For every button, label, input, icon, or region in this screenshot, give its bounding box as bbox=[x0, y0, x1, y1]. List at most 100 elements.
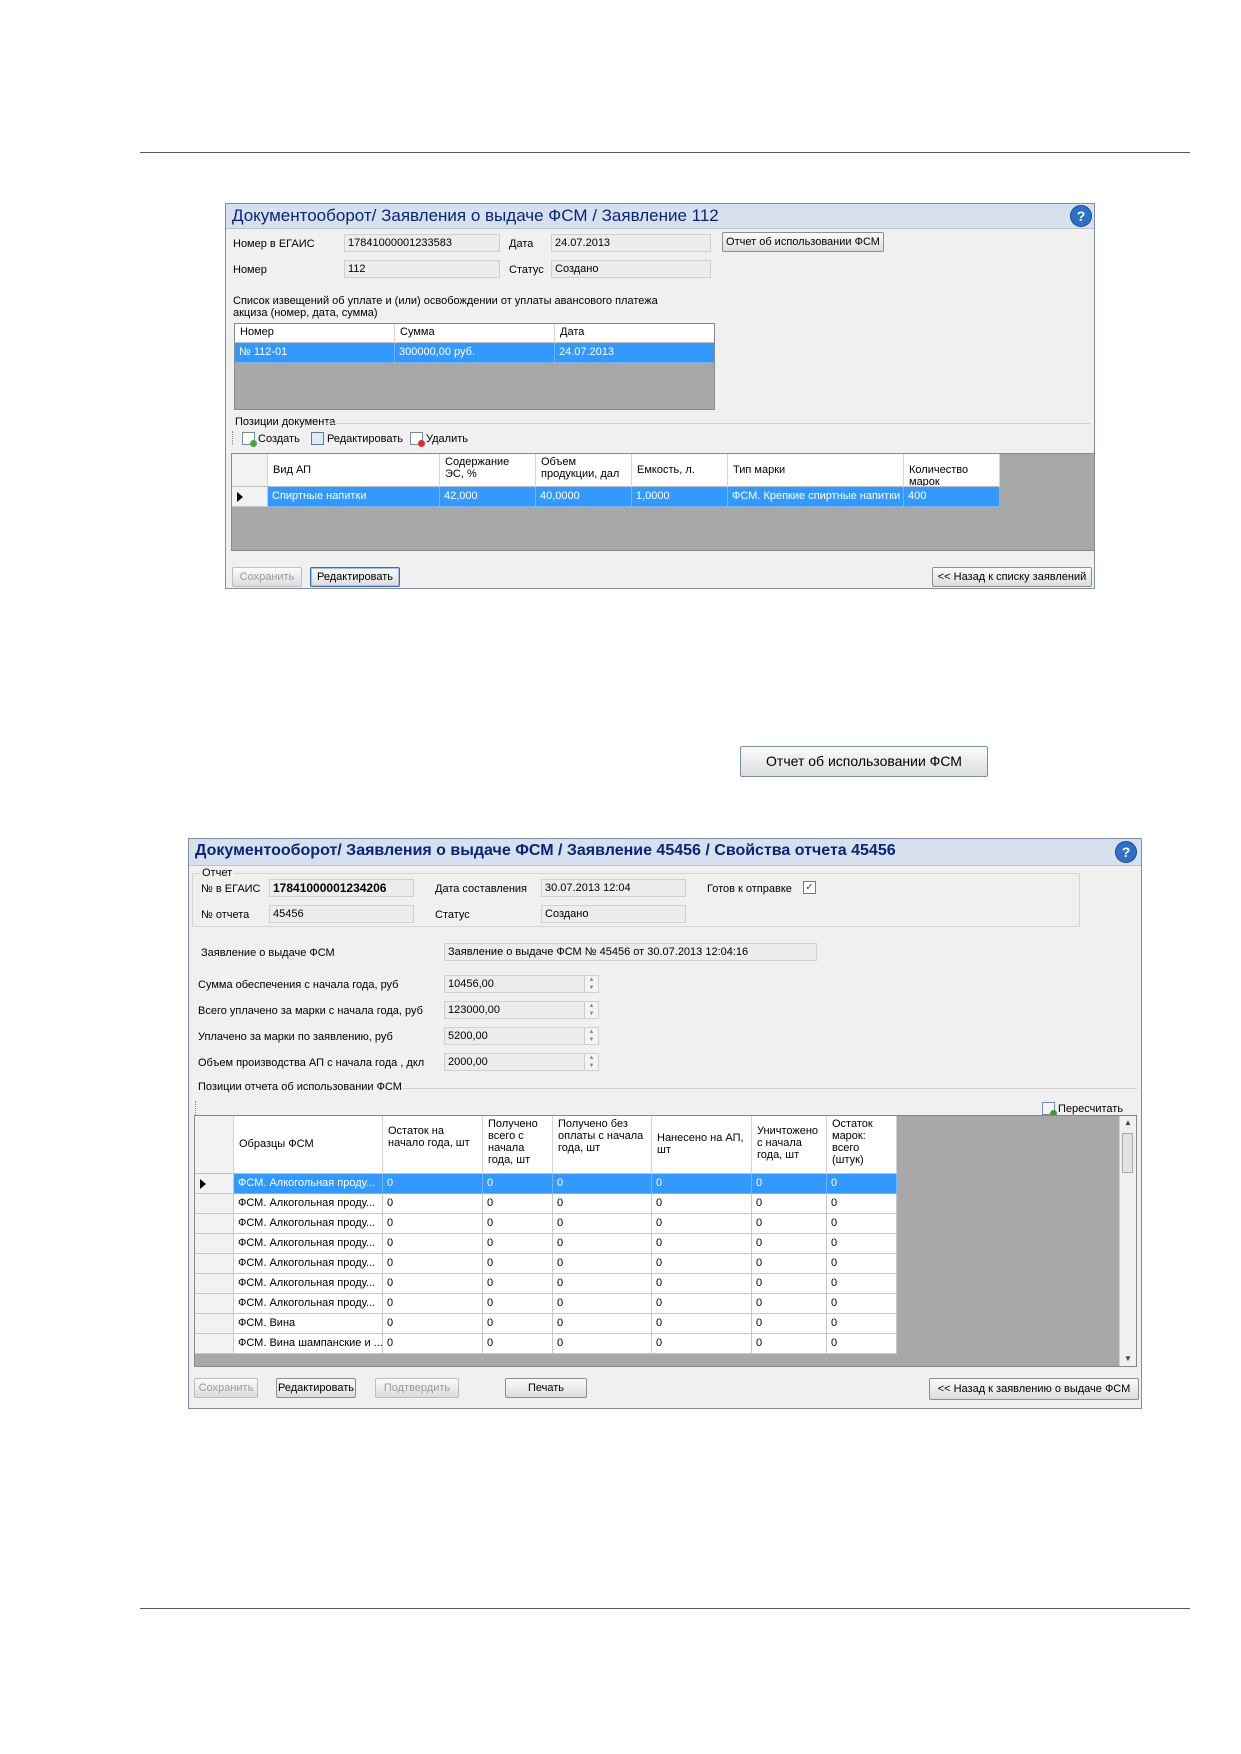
spinner-icon[interactable]: ▲ ▼ bbox=[584, 1028, 598, 1044]
header-ap-type[interactable]: Вид АП bbox=[268, 454, 440, 487]
header-received-free[interactable]: Получено без оплаты с начала года, шт bbox=[553, 1116, 652, 1174]
row-selector[interactable] bbox=[195, 1174, 234, 1194]
quantity-cell: 0 bbox=[483, 1274, 553, 1294]
header-applied[interactable]: Нанесено на АП, шт bbox=[652, 1116, 752, 1174]
ready-label: Готов к отправке bbox=[707, 883, 792, 895]
spinner-icon[interactable]: ▲ ▼ bbox=[584, 1054, 598, 1070]
notice-date-cell: 24.07.2013 bbox=[555, 343, 714, 363]
confirm-button[interactable]: Подтвердить bbox=[375, 1378, 459, 1398]
date-field[interactable]: 24.07.2013 bbox=[551, 234, 711, 252]
print-button[interactable]: Печать bbox=[505, 1378, 587, 1398]
amount-label-1: Сумма обеспечения с начала года, руб bbox=[198, 979, 399, 991]
delete-button[interactable]: Удалить bbox=[410, 432, 468, 447]
quantity-cell: 0 bbox=[483, 1214, 553, 1234]
header-volume[interactable]: Объем продукции, дал bbox=[536, 454, 632, 487]
spinner-icon[interactable]: ▲ ▼ bbox=[584, 976, 598, 992]
compose-date-label: Дата составления bbox=[435, 883, 527, 895]
edit-button[interactable]: Редактировать bbox=[276, 1378, 356, 1398]
row-header-corner bbox=[195, 1116, 234, 1174]
amount-field-3[interactable]: 5200,00 ▲ ▼ bbox=[444, 1027, 599, 1045]
spinner-icon[interactable]: ▲ ▼ bbox=[584, 1002, 598, 1018]
compose-date-field[interactable]: 30.07.2013 12:04 bbox=[541, 879, 686, 897]
quantity-cell: 0 bbox=[827, 1294, 897, 1314]
number-field[interactable]: 112 bbox=[344, 260, 500, 278]
quantity-cell: 0 bbox=[553, 1314, 652, 1334]
row-selector[interactable] bbox=[195, 1254, 234, 1274]
header-fsm-samples[interactable]: Образцы ФСМ bbox=[234, 1116, 383, 1174]
header-destroyed[interactable]: Уничтожено с начала года, шт bbox=[752, 1116, 827, 1174]
notices-header-sum[interactable]: Сумма bbox=[395, 324, 555, 343]
mark-type-cell: ФСМ. Крепкие спиртные напитки д... bbox=[728, 487, 904, 507]
create-button[interactable]: Создать bbox=[242, 432, 300, 447]
edit-table-icon bbox=[311, 432, 324, 445]
edit-toolbar-button[interactable]: Редактировать bbox=[311, 432, 403, 445]
usage-positions-table: Образцы ФСМ Остаток на начало года, шт П… bbox=[194, 1115, 1137, 1367]
quantity-cell: 0 bbox=[383, 1174, 483, 1194]
scroll-down-icon[interactable]: ▼ bbox=[1120, 1352, 1136, 1366]
notices-header-number[interactable]: Номер bbox=[235, 324, 395, 343]
usage-report-button-large[interactable]: Отчет об использовании ФСМ bbox=[740, 746, 988, 777]
help-icon[interactable]: ? bbox=[1070, 205, 1092, 227]
header-received-total[interactable]: Получено всего с начала года, шт bbox=[483, 1116, 553, 1174]
status-field[interactable]: Создано bbox=[551, 260, 711, 278]
mark-count-cell: 400 bbox=[904, 487, 1000, 507]
row-pointer-icon bbox=[200, 1178, 206, 1189]
back-to-list-button[interactable]: << Назад к списку заявлений bbox=[932, 567, 1092, 587]
status-field[interactable]: Создано bbox=[541, 905, 686, 923]
report-no-field[interactable]: 45456 bbox=[269, 905, 414, 923]
edit-button[interactable]: Редактировать bbox=[310, 567, 400, 587]
header-capacity[interactable]: Емкость, л. bbox=[632, 454, 728, 487]
row-selector[interactable] bbox=[232, 487, 268, 507]
notices-caption: Список извещений об уплате и (или) освоб… bbox=[233, 295, 658, 319]
header-mark-type[interactable]: Тип марки bbox=[728, 454, 904, 487]
header-end-balance[interactable]: Остаток марок: всего (штук) bbox=[827, 1116, 897, 1174]
amount-field-2[interactable]: 123000,00 ▲ ▼ bbox=[444, 1001, 599, 1019]
scroll-up-icon[interactable]: ▲ bbox=[1120, 1116, 1136, 1130]
quantity-cell: 0 bbox=[553, 1214, 652, 1234]
row-selector[interactable] bbox=[195, 1334, 234, 1354]
fsm-sample-cell: ФСМ. Алкогольная проду... bbox=[234, 1294, 383, 1314]
usage-report-button[interactable]: Отчет об использовании ФСМ bbox=[722, 232, 884, 252]
positions-caption: Позиции документа bbox=[235, 416, 336, 428]
help-icon[interactable]: ? bbox=[1115, 841, 1137, 863]
fsm-sample-cell: ФСМ. Алкогольная проду... bbox=[234, 1214, 383, 1234]
scroll-thumb[interactable] bbox=[1122, 1133, 1133, 1173]
fsm-sample-cell: ФСМ. Алкогольная проду... bbox=[234, 1274, 383, 1294]
amount-field-1[interactable]: 10456,00 ▲ ▼ bbox=[444, 975, 599, 993]
quantity-cell: 0 bbox=[483, 1294, 553, 1314]
date-label: Дата bbox=[509, 238, 534, 250]
recalculate-label: Пересчитать bbox=[1058, 1103, 1124, 1115]
notices-header-date[interactable]: Дата bbox=[555, 324, 714, 343]
save-button[interactable]: Сохранить bbox=[232, 567, 302, 587]
application-field[interactable]: Заявление о выдаче ФСМ № 45456 от 30.07.… bbox=[444, 943, 817, 961]
ready-checkbox[interactable]: ✓ bbox=[803, 881, 816, 894]
quantity-cell: 0 bbox=[752, 1254, 827, 1274]
quantity-cell: 0 bbox=[652, 1274, 752, 1294]
amount-field-4[interactable]: 2000,00 ▲ ▼ bbox=[444, 1053, 599, 1071]
header-alcohol-content[interactable]: Содержание ЭС, % bbox=[440, 454, 536, 487]
row-selector[interactable] bbox=[195, 1214, 234, 1234]
amount-label-3: Уплачено за марки по заявлению, руб bbox=[198, 1031, 393, 1043]
recalculate-button[interactable]: Пересчитать bbox=[1042, 1102, 1124, 1117]
report-45456-window: Документооборот/ Заявления о выдаче ФСМ … bbox=[188, 838, 1142, 1409]
egais-field[interactable]: 17841000001233583 bbox=[344, 234, 500, 252]
header-mark-count[interactable]: Количество марок bbox=[904, 454, 1000, 487]
quantity-cell: 0 bbox=[383, 1214, 483, 1234]
header-start-balance[interactable]: Остаток на начало года, шт bbox=[383, 1116, 483, 1174]
quantity-cell: 0 bbox=[652, 1214, 752, 1234]
quantity-cell: 0 bbox=[553, 1254, 652, 1274]
quantity-cell: 0 bbox=[483, 1254, 553, 1274]
quantity-cell: 0 bbox=[752, 1194, 827, 1214]
row-selector[interactable] bbox=[195, 1294, 234, 1314]
save-button[interactable]: Сохранить bbox=[194, 1378, 258, 1398]
egais-field[interactable]: 17841000001234206 bbox=[269, 879, 414, 897]
vertical-scrollbar[interactable]: ▲ ▼ bbox=[1119, 1116, 1136, 1366]
row-selector[interactable] bbox=[195, 1314, 234, 1334]
page-title: Документооборот/ Заявления о выдаче ФСМ … bbox=[195, 842, 896, 859]
row-selector[interactable] bbox=[195, 1194, 234, 1214]
quantity-cell: 0 bbox=[483, 1314, 553, 1334]
row-selector[interactable] bbox=[195, 1234, 234, 1254]
back-to-application-button[interactable]: << Назад к заявлению о выдаче ФСМ bbox=[929, 1378, 1139, 1400]
row-selector[interactable] bbox=[195, 1274, 234, 1294]
quantity-cell: 0 bbox=[652, 1314, 752, 1334]
